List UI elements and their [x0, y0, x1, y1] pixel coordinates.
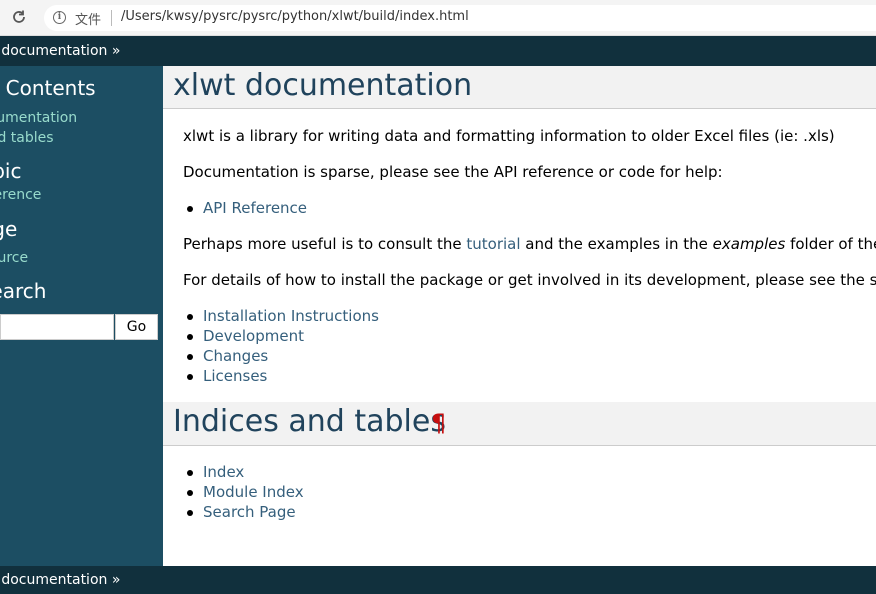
reload-icon-svg — [13, 10, 25, 23]
document-body: xlwt documentation xlwt is a library for… — [163, 66, 876, 566]
list-item: API Reference — [187, 199, 307, 217]
site-label: 文件 — [75, 13, 102, 28]
sidebar-topic-link[interactable]: eference — [0, 187, 41, 203]
bullet-icon — [187, 206, 193, 212]
intro-paragraph: xlwt is a library for writing data and f… — [183, 127, 835, 145]
bullet-icon — [187, 490, 193, 496]
useful-text-post: folder of the — [785, 235, 876, 253]
reload-icon[interactable] — [9, 8, 29, 28]
list-item: Installation Instructions — [187, 307, 379, 325]
list-item: Search Page — [187, 503, 296, 521]
bottom-relbar: 0 documentation » — [0, 566, 876, 594]
list-item: Changes — [187, 347, 268, 365]
api-reference-link[interactable]: API Reference — [203, 199, 307, 217]
sidebar-toc-link-indices[interactable]: and tables — [0, 130, 54, 146]
url-text[interactable]: /Users/kwsy/pysrc/pysrc/python/xlwt/buil… — [121, 9, 469, 24]
list-item: Development — [187, 327, 304, 345]
indices-heading: Indices and tables — [173, 404, 446, 439]
indices-heading-bar: Indices and tables ¶ — [163, 402, 876, 446]
useful-paragraph: Perhaps more useful is to consult the tu… — [183, 235, 876, 253]
sidebar-page-heading: age — [0, 217, 18, 241]
installation-link[interactable]: Installation Instructions — [203, 307, 379, 325]
top-relbar: 0 documentation » — [0, 36, 876, 66]
bullet-icon — [187, 510, 193, 516]
info-icon[interactable]: i — [53, 11, 66, 24]
sidebar: of Contents ocumentation and tables opic… — [0, 66, 163, 566]
module-index-link[interactable]: Module Index — [203, 483, 304, 501]
sidebar-topic-heading: opic — [0, 159, 22, 183]
useful-text-pre: Perhaps more useful is to consult the — [183, 235, 467, 253]
bullet-icon — [187, 374, 193, 380]
list-item: Licenses — [187, 367, 267, 385]
bottom-relbar-link[interactable]: 0 documentation » — [0, 566, 120, 594]
useful-text-mid: and the examples in the — [520, 235, 713, 253]
bullet-icon — [187, 334, 193, 340]
bullet-icon — [187, 354, 193, 360]
search-input[interactable] — [0, 314, 114, 340]
search-go-button[interactable]: Go — [115, 314, 158, 340]
index-link[interactable]: Index — [203, 463, 244, 481]
search-page-link[interactable]: Search Page — [203, 503, 296, 521]
examples-emphasis: examples — [712, 235, 786, 253]
sidebar-toc-link-documentation[interactable]: ocumentation — [0, 110, 77, 126]
bullet-icon — [187, 314, 193, 320]
licenses-link[interactable]: Licenses — [203, 367, 267, 385]
list-item: Module Index — [187, 483, 304, 501]
page-title-bar: xlwt documentation — [163, 66, 876, 109]
list-item: Index — [187, 463, 244, 481]
sidebar-toc-heading: of Contents — [0, 76, 96, 100]
top-relbar-link[interactable]: 0 documentation » — [0, 36, 120, 66]
omnibox-separator — [111, 10, 112, 26]
permalink-icon[interactable]: ¶ — [431, 409, 446, 437]
page-title: xlwt documentation — [173, 68, 473, 103]
sidebar-search-heading: search — [0, 279, 47, 303]
sidebar-show-source-link[interactable]: Source — [0, 250, 28, 266]
bullet-icon — [187, 470, 193, 476]
development-link[interactable]: Development — [203, 327, 304, 345]
changes-link[interactable]: Changes — [203, 347, 268, 365]
browser-address-bar: i 文件 /Users/kwsy/pysrc/pysrc/python/xlwt… — [0, 0, 876, 36]
omnibox[interactable]: i 文件 /Users/kwsy/pysrc/pysrc/python/xlwt… — [44, 5, 876, 31]
details-paragraph: For details of how to install the packag… — [183, 271, 876, 289]
tutorial-link[interactable]: tutorial — [466, 235, 520, 253]
sparse-paragraph: Documentation is sparse, please see the … — [183, 163, 723, 181]
